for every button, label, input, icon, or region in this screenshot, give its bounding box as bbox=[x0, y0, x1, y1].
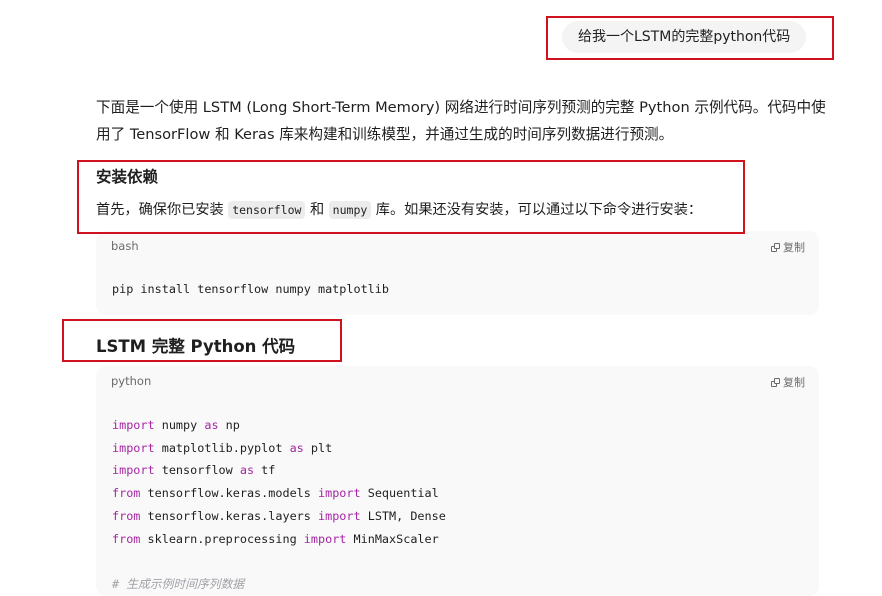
python-code-block: python 复制 import numpy as np import matpl… bbox=[96, 366, 819, 596]
code-line: import matplotlib.pyplot as plt bbox=[112, 437, 803, 460]
code-token: plt bbox=[303, 440, 333, 455]
code-token: numpy bbox=[154, 418, 205, 432]
code-keyword: import bbox=[303, 531, 347, 546]
code-keyword: import bbox=[112, 463, 155, 478]
code-block-header: python 复制 bbox=[96, 366, 819, 398]
bash-code: pip install tensorflow numpy matplotlib bbox=[112, 282, 389, 296]
highlight-box-user-message bbox=[546, 16, 834, 60]
code-token: sklearn.preprocessing bbox=[140, 531, 304, 546]
highlight-box-code-heading bbox=[62, 319, 342, 362]
copy-icon bbox=[771, 377, 780, 387]
code-keyword: import bbox=[112, 440, 155, 455]
copy-label: 复制 bbox=[783, 241, 805, 254]
code-language-label: bash bbox=[111, 239, 139, 253]
copy-button[interactable]: 复制 bbox=[771, 239, 805, 255]
code-line: # 生成示例时间序列数据 bbox=[112, 573, 803, 596]
copy-button[interactable]: 复制 bbox=[771, 374, 805, 390]
copy-label: 复制 bbox=[783, 376, 805, 389]
code-line: from tensorflow.keras.layers import LSTM… bbox=[112, 505, 803, 528]
code-token: matplotlib.pyplot bbox=[154, 440, 290, 455]
code-keyword: import bbox=[317, 486, 361, 501]
code-keyword: import bbox=[317, 508, 361, 523]
code-token: tensorflow.keras.models bbox=[140, 486, 318, 501]
copy-icon bbox=[771, 242, 780, 252]
code-token: tensorflow.keras.layers bbox=[140, 508, 318, 523]
assistant-intro-text: 下面是一个使用 LSTM (Long Short-Term Memory) 网络… bbox=[96, 99, 826, 143]
code-line: from sklearn.preprocessing import MinMax… bbox=[112, 528, 803, 551]
code-language-label: python bbox=[111, 374, 152, 388]
bash-code-block: bash 复制 pip install tensorflow numpy mat… bbox=[96, 231, 819, 315]
code-keyword: from bbox=[112, 508, 141, 523]
code-keyword: from bbox=[112, 531, 141, 546]
code-keyword: from bbox=[112, 486, 141, 501]
code-line: from tensorflow.keras.models import Sequ… bbox=[112, 482, 803, 505]
code-token: np bbox=[218, 418, 240, 432]
code-line: import tensorflow as tf bbox=[112, 459, 803, 482]
python-code: import numpy as np import matplotlib.pypl… bbox=[96, 398, 819, 596]
code-keyword: as bbox=[204, 418, 219, 432]
code-line: import numpy as np bbox=[112, 414, 803, 437]
code-keyword: as bbox=[289, 440, 304, 455]
highlight-box-install-section bbox=[77, 160, 745, 234]
code-token: tensorflow bbox=[154, 463, 240, 478]
code-token: Sequential bbox=[360, 486, 439, 501]
code-token: MinMaxScaler bbox=[346, 531, 439, 546]
code-token: LSTM, Dense bbox=[360, 508, 446, 523]
code-token: tf bbox=[254, 463, 276, 478]
code-keyword: import bbox=[112, 418, 155, 432]
code-keyword: as bbox=[239, 463, 255, 478]
code-block-header: bash 复制 bbox=[96, 231, 819, 263]
